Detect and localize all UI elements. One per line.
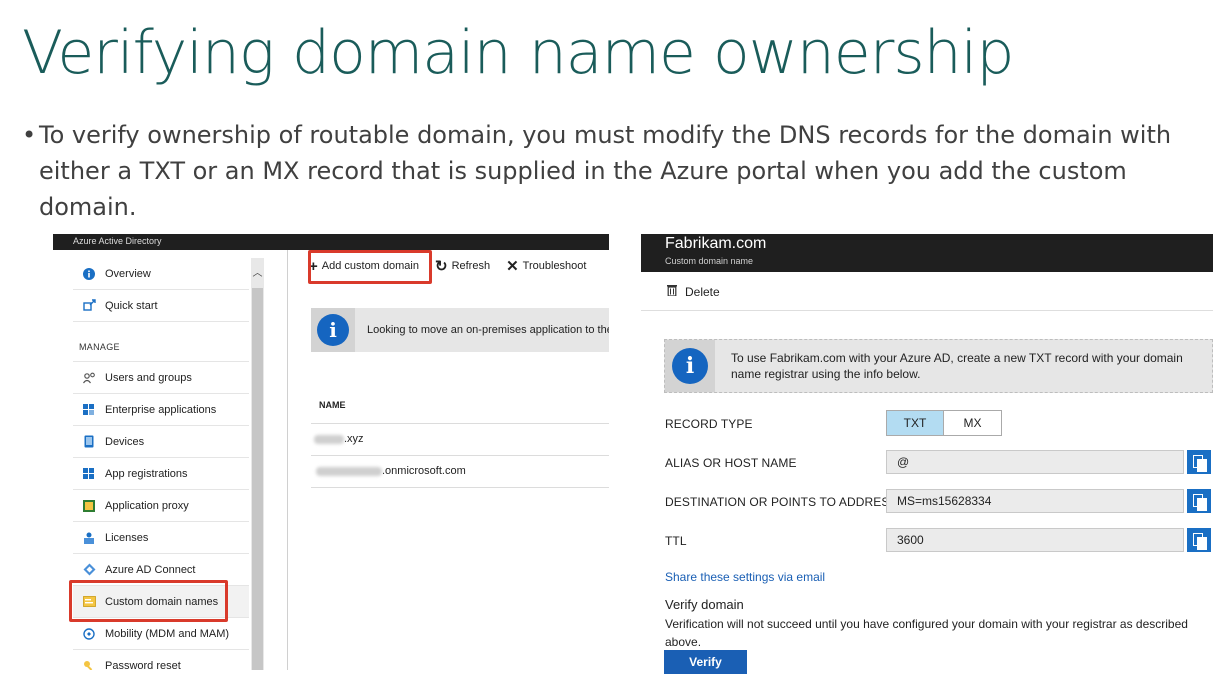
sidebar-item-application-proxy[interactable]: Application proxy: [73, 490, 249, 522]
copy-alias-button[interactable]: [1187, 450, 1211, 474]
table-divider: [311, 423, 609, 424]
wrench-icon: ✕: [506, 258, 519, 275]
info-banner[interactable]: i Looking to move an on-premises applica…: [311, 308, 609, 352]
share-settings-link[interactable]: Share these settings via email: [665, 570, 825, 584]
record-type-toggle[interactable]: TXT MX: [886, 410, 1002, 436]
redacted-text: [316, 466, 382, 476]
table-header-name: NAME: [319, 400, 346, 410]
sidebar-item-label: Overview: [105, 267, 151, 280]
chevron-up-icon[interactable]: ︿: [251, 264, 264, 279]
sidebar-item-label: Application proxy: [105, 499, 189, 512]
verify-button[interactable]: Verify: [664, 650, 747, 674]
redacted-text: [314, 434, 344, 444]
grid-icon: [82, 467, 96, 481]
bullet-text: To verify ownership of routable domain, …: [39, 121, 1172, 221]
verify-domain-heading: Verify domain: [665, 597, 744, 612]
troubleshoot-button[interactable]: ✕ Troubleshoot: [506, 257, 586, 275]
slide-title: Verifying domain name ownership: [22, 18, 1014, 88]
delete-label: Delete: [685, 284, 720, 299]
sidebar-item-devices[interactable]: Devices: [73, 426, 249, 458]
table-divider: [311, 487, 609, 488]
grid-icon: [82, 403, 96, 417]
sidebar-item-licenses[interactable]: Licenses: [73, 522, 249, 554]
sidebar-item-enterprise-applications[interactable]: Enterprise applications: [73, 394, 249, 426]
proxy-icon: [82, 499, 96, 513]
sidebar-item-label: Enterprise applications: [105, 403, 217, 416]
record-type-txt[interactable]: TXT: [887, 411, 944, 435]
delete-button[interactable]: Delete: [667, 284, 720, 299]
manage-heading: MANAGE: [73, 322, 249, 362]
sidebar-scrollbar[interactable]: ︿: [251, 258, 264, 670]
copy-ttl-button[interactable]: [1187, 528, 1211, 552]
table-row[interactable]: .xyz: [314, 432, 364, 446]
ttl-field[interactable]: 3600: [886, 528, 1184, 552]
slide-bullet: • To verify ownership of routable domain…: [22, 117, 1172, 225]
sidebar-item-label: Devices: [105, 435, 145, 448]
sidebar-item-label: App registrations: [105, 467, 188, 480]
blade-subtitle: Custom domain name: [665, 256, 754, 266]
alias-field[interactable]: @: [886, 450, 1184, 474]
sidebar-item-password-reset[interactable]: Password reset: [73, 650, 249, 670]
verify-description: Verification will not succeed until you …: [665, 617, 1188, 649]
sidebar-item-label: Mobility (MDM and MAM): [105, 627, 230, 640]
sidebar-item-app-registrations[interactable]: App registrations: [73, 458, 249, 490]
license-icon: [82, 531, 96, 545]
copy-icon: [1192, 532, 1207, 550]
domain-name: .onmicrosoft.com: [382, 465, 466, 477]
sidebar-item-label: Quick start: [105, 299, 158, 312]
table-row[interactable]: .onmicrosoft.com: [316, 464, 466, 478]
alias-label: ALIAS OR HOST NAME: [665, 456, 797, 470]
scrollbar-thumb[interactable]: [252, 288, 263, 670]
destination-label: DESTINATION OR POINTS TO ADDRESS: [665, 495, 898, 509]
refresh-button[interactable]: ↻ Refresh: [435, 257, 490, 275]
domain-name: .xyz: [344, 433, 364, 445]
record-type-mx[interactable]: MX: [944, 411, 1001, 435]
refresh-label: Refresh: [451, 260, 491, 272]
sidebar-item-overview[interactable]: Overview: [73, 258, 249, 290]
key-icon: [82, 659, 96, 670]
copy-destination-button[interactable]: [1187, 489, 1211, 513]
pane-divider: [287, 250, 288, 670]
blade-title: Fabrikam.com: [665, 235, 767, 252]
bullet-dot: •: [22, 121, 37, 149]
sidebar-item-label: Users and groups: [105, 371, 192, 384]
connect-icon: [82, 563, 96, 577]
mobility-icon: [82, 627, 96, 641]
record-type-label: RECORD TYPE: [665, 417, 753, 431]
info-icon: i: [665, 340, 715, 392]
sidebar-item-quick-start[interactable]: Quick start: [73, 290, 249, 322]
custom-domain-screenshot: Fabrikam.com Custom domain name Delete i…: [641, 234, 1213, 674]
copy-icon: [1192, 454, 1207, 472]
toolbar-divider: [641, 310, 1213, 311]
troubleshoot-label: Troubleshoot: [522, 260, 587, 272]
sidebar-item-label: Azure AD Connect: [105, 563, 196, 576]
copy-icon: [1192, 493, 1207, 511]
txt-info-text: To use Fabrikam.com with your Azure AD, …: [731, 351, 1183, 381]
sidebar-item-mobility[interactable]: Mobility (MDM and MAM): [73, 618, 249, 650]
ttl-label: TTL: [665, 534, 687, 548]
info-icon: i: [311, 308, 355, 352]
azure-ad-screenshot: Azure Active Directory Overview Quick st…: [53, 234, 609, 670]
table-divider: [311, 455, 609, 456]
sidebar-item-users-and-groups[interactable]: Users and groups: [73, 362, 249, 394]
info-banner-text: Looking to move an on-premises applicati…: [367, 324, 609, 336]
destination-field[interactable]: MS=ms15628334: [886, 489, 1184, 513]
refresh-icon: ↻: [434, 258, 448, 275]
blade-header: Fabrikam.com Custom domain name: [641, 234, 1213, 272]
sidebar-item-label: Password reset: [105, 659, 181, 671]
trash-icon: [667, 284, 677, 299]
highlight-custom-domain-names: [69, 580, 228, 622]
rocket-icon: [82, 299, 96, 313]
app-title-bar: Azure Active Directory: [53, 234, 609, 250]
highlight-add-custom-domain: [308, 250, 432, 284]
txt-info-banner: i To use Fabrikam.com with your Azure AD…: [664, 339, 1213, 393]
device-icon: [82, 435, 96, 449]
users-icon: [82, 371, 96, 385]
info-icon: [82, 267, 96, 281]
sidebar-item-label: Licenses: [105, 531, 149, 544]
